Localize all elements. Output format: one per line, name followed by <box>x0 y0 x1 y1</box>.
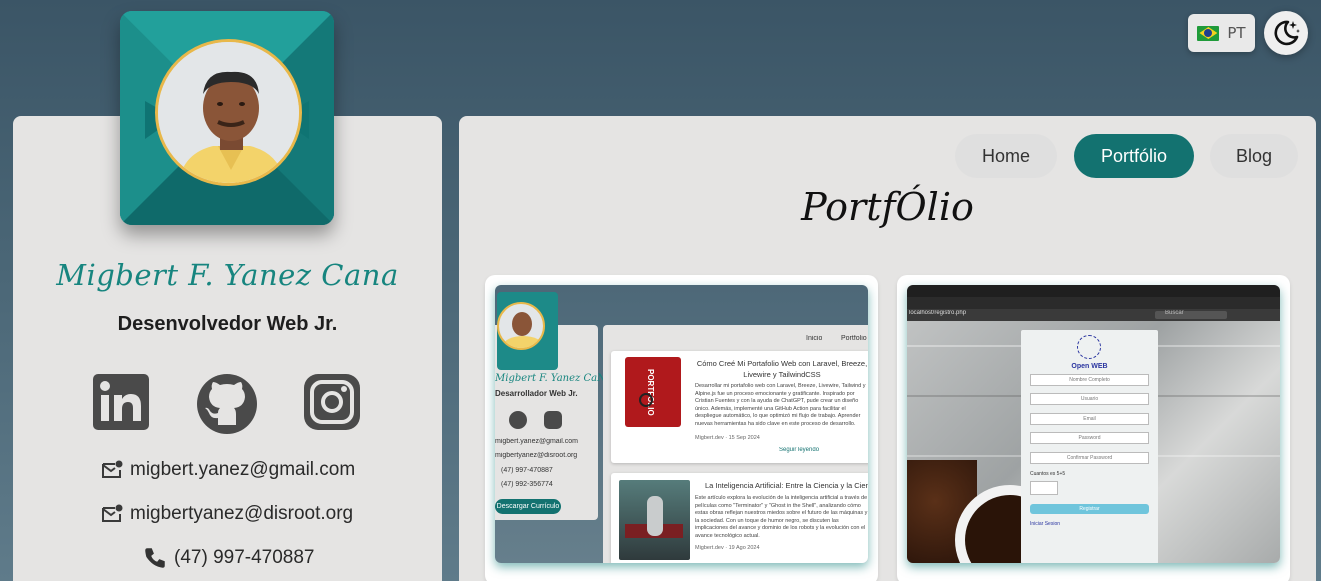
contact-phone[interactable]: (47) 997-470887 <box>142 545 315 571</box>
project-thumbnail: Migbert F. Yanez CaÑa Desarrollador Web … <box>495 285 868 563</box>
project-card-open-web[interactable]: localhost/registro.php Buscar Open WEB N… <box>897 275 1290 581</box>
profile-role: Desenvolvedor Web Jr. <box>117 313 338 335</box>
nav-portfolio[interactable]: Portfólio <box>1074 134 1194 178</box>
github-icon <box>197 374 257 434</box>
email-icon <box>102 504 123 522</box>
moon-stars-icon <box>1274 20 1300 46</box>
language-code: PT <box>1227 24 1246 42</box>
avatar <box>155 39 302 186</box>
contact-email-2[interactable]: migbertyanez@disroot.org <box>100 502 353 526</box>
nav-home[interactable]: Home <box>955 134 1057 178</box>
phone-text: (47) 997-470887 <box>174 547 315 568</box>
email-text: migbert.yanez@gmail.com <box>130 459 356 480</box>
brazil-flag-icon <box>1197 25 1220 41</box>
email-text: migbertyanez@disroot.org <box>130 503 354 524</box>
nav-blog[interactable]: Blog <box>1210 134 1298 178</box>
page-title: PortfÓlio <box>801 185 974 229</box>
project-card-portfolio[interactable]: Migbert F. Yanez CaÑa Desarrollador Web … <box>485 275 878 581</box>
profile-name: Migbert F. Yanez Cana <box>56 258 399 292</box>
github-link[interactable] <box>196 373 257 434</box>
linkedin-link[interactable] <box>92 373 150 431</box>
instagram-link[interactable] <box>303 373 361 431</box>
linkedin-icon <box>93 374 149 430</box>
avatar-frame <box>120 11 334 225</box>
contact-email-1[interactable]: migbert.yanez@gmail.com <box>100 458 355 482</box>
theme-toggle-button[interactable] <box>1264 11 1308 55</box>
phone-icon <box>145 548 165 568</box>
email-icon <box>102 460 123 478</box>
project-thumbnail: localhost/registro.php Buscar Open WEB N… <box>907 285 1280 563</box>
instagram-icon <box>304 374 360 430</box>
language-toggle-button[interactable]: PT <box>1188 14 1255 52</box>
